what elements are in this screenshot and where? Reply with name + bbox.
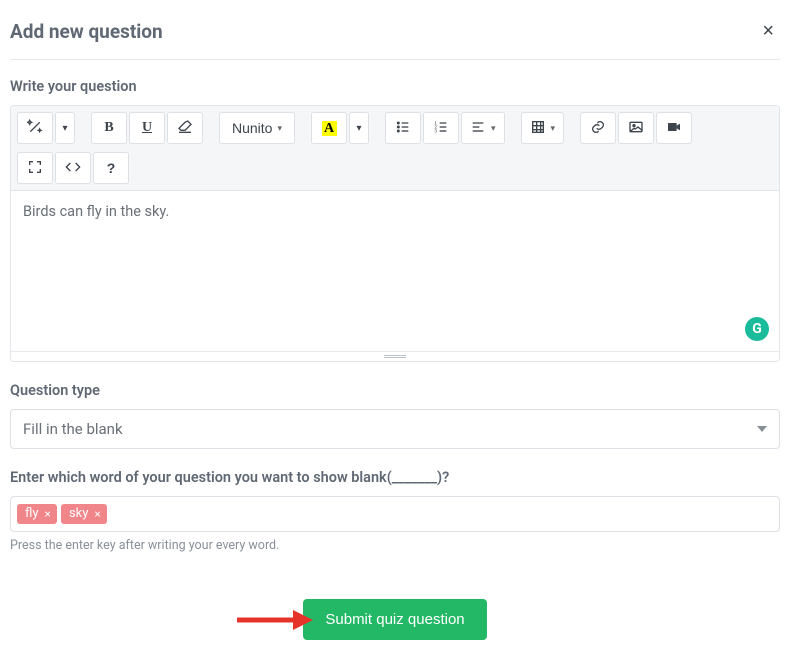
modal-title: Add new question xyxy=(10,20,163,43)
caret-down-icon: ▾ xyxy=(62,123,67,134)
rich-text-editor: ▾ B U Nunito ▾ xyxy=(10,105,780,362)
magic-wand-icon xyxy=(27,119,43,138)
highlight-icon: A xyxy=(322,121,337,136)
caret-down-icon: ▾ xyxy=(551,123,556,134)
tag-remove-icon[interactable]: × xyxy=(45,507,51,521)
bold-button[interactable]: B xyxy=(91,112,127,144)
question-type-label: Question type xyxy=(10,382,780,399)
video-icon xyxy=(666,119,682,138)
fullscreen-button[interactable] xyxy=(17,152,53,184)
modal-header: Add new question × xyxy=(10,10,780,60)
question-type-select[interactable]: Fill in the blank xyxy=(10,409,780,449)
fullscreen-icon xyxy=(27,159,43,178)
font-family-select[interactable]: Nunito ▾ xyxy=(219,112,295,144)
grammarly-icon: G xyxy=(752,321,762,337)
link-icon xyxy=(590,119,606,138)
svg-text:3: 3 xyxy=(434,128,437,133)
caret-down-icon: ▾ xyxy=(356,123,361,134)
ordered-list-icon: 123 xyxy=(433,119,449,138)
submit-quiz-question-button[interactable]: Submit quiz question xyxy=(303,599,486,640)
text-highlight-button[interactable]: A xyxy=(311,112,347,144)
question-type-value: Fill in the blank xyxy=(23,420,123,438)
tag-text: fly xyxy=(25,506,39,521)
magic-wand-dropdown[interactable]: ▾ xyxy=(55,112,75,144)
blanks-label: Enter which word of your question you wa… xyxy=(10,469,780,486)
code-icon xyxy=(65,159,81,178)
close-button[interactable]: × xyxy=(756,20,780,43)
image-icon xyxy=(628,119,644,138)
help-button[interactable]: ? xyxy=(93,152,129,184)
caret-down-icon: ▾ xyxy=(277,123,282,134)
chevron-down-icon xyxy=(757,426,767,432)
eraser-icon xyxy=(177,119,193,138)
unordered-list-icon xyxy=(395,119,411,138)
editor-content[interactable]: Birds can fly in the sky. G xyxy=(11,191,779,351)
blanks-tag-input[interactable]: fly × sky × xyxy=(10,496,780,532)
font-family-label: Nunito xyxy=(232,120,272,136)
image-button[interactable] xyxy=(618,112,654,144)
tag-remove-icon[interactable]: × xyxy=(94,507,100,521)
unordered-list-button[interactable] xyxy=(385,112,421,144)
editor-resize-handle[interactable] xyxy=(11,351,779,361)
code-view-button[interactable] xyxy=(55,152,91,184)
blank-tag[interactable]: fly × xyxy=(17,504,57,524)
video-button[interactable] xyxy=(656,112,692,144)
question-section: Write your question ▾ B U xyxy=(10,78,780,362)
link-button[interactable] xyxy=(580,112,616,144)
add-question-modal: Add new question × Write your question ▾ xyxy=(0,0,790,670)
question-label: Write your question xyxy=(10,78,780,95)
table-icon xyxy=(530,119,546,138)
magic-wand-button[interactable] xyxy=(17,112,53,144)
paragraph-align-button[interactable]: ▾ xyxy=(461,112,505,144)
table-button[interactable]: ▾ xyxy=(521,112,565,144)
underline-button[interactable]: U xyxy=(129,112,165,144)
blank-tag[interactable]: sky × xyxy=(61,504,107,524)
tag-text: sky xyxy=(69,506,88,521)
editor-toolbar: ▾ B U Nunito ▾ xyxy=(11,106,779,191)
grammarly-badge[interactable]: G xyxy=(745,317,769,341)
text-highlight-dropdown[interactable]: ▾ xyxy=(349,112,369,144)
annotation-arrow-icon xyxy=(235,606,315,634)
ordered-list-button[interactable]: 123 xyxy=(423,112,459,144)
question-text: Birds can fly in the sky. xyxy=(23,203,169,220)
eraser-button[interactable] xyxy=(167,112,203,144)
blanks-section: Enter which word of your question you wa… xyxy=(10,469,780,553)
question-type-section: Question type Fill in the blank xyxy=(10,382,780,449)
submit-row: Submit quiz question xyxy=(10,599,780,640)
blanks-help-text: Press the enter key after writing your e… xyxy=(10,538,780,553)
align-icon xyxy=(470,119,486,138)
caret-down-icon: ▾ xyxy=(491,123,496,134)
